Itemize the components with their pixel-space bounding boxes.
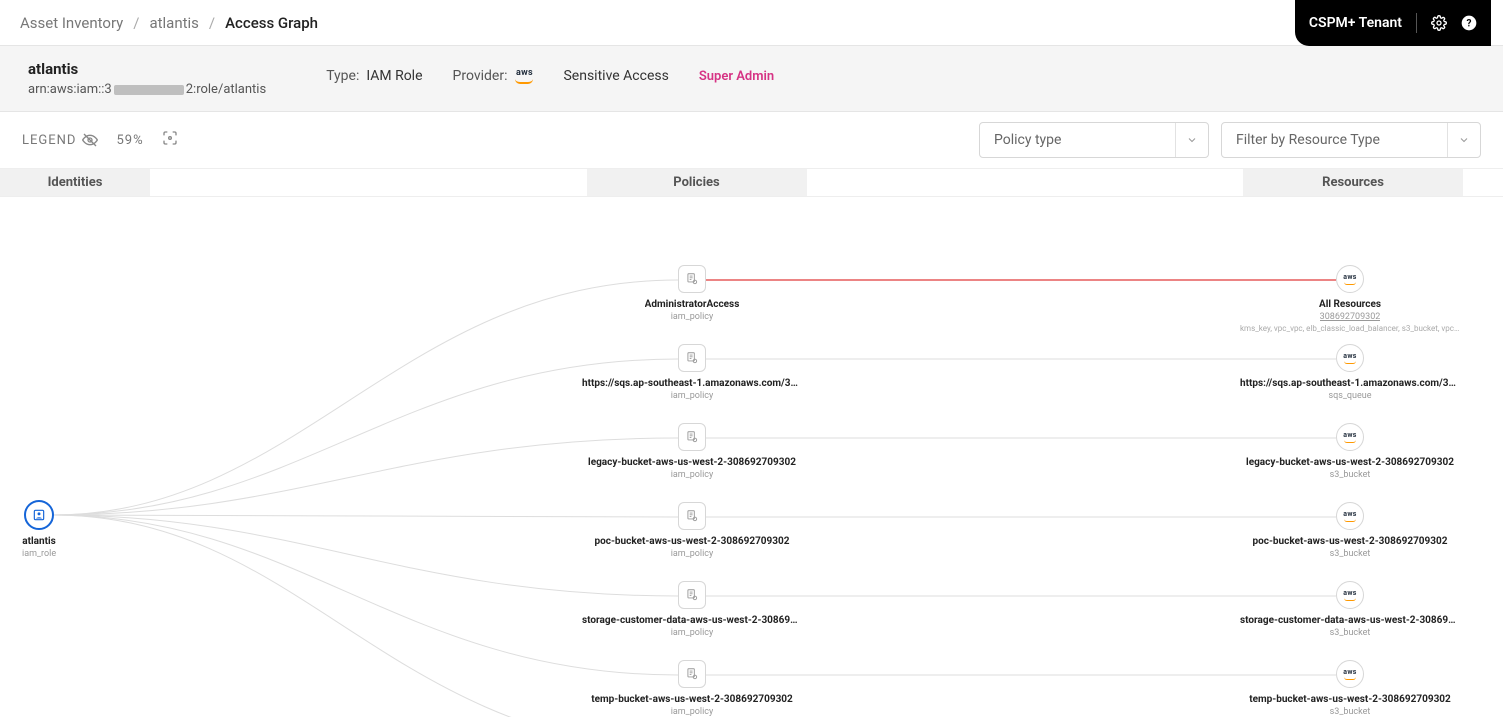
node-subtitle: iam_policy <box>671 391 714 401</box>
aws-icon: aws <box>1336 502 1364 530</box>
policy-node[interactable]: poc-bucket-aws-us-west-2-308692709302 iam… <box>582 502 802 559</box>
gear-icon[interactable] <box>1431 15 1447 31</box>
policy-type-select[interactable]: Policy type <box>979 122 1209 158</box>
node-subtitle: iam_policy <box>671 549 714 559</box>
node-title: poc-bucket-aws-us-west-2-308692709302 <box>1252 536 1447 547</box>
policy-icon <box>678 581 706 609</box>
aws-icon: aws <box>1336 423 1364 451</box>
policy-node[interactable]: https://sqs.ap-southeast-1.amazonaws.com… <box>582 344 802 401</box>
resource-node[interactable]: aws All Resources 308692709302 kms_key, vpc… <box>1240 265 1460 333</box>
chevron-down-icon <box>1175 123 1198 157</box>
asset-arn: arn:aws:iam::32:role/atlantis <box>28 82 266 97</box>
resource-node[interactable]: aws poc-bucket-aws-us-west-2-308692709302… <box>1240 502 1460 559</box>
tenant-bar: CSPM+ Tenant ? <box>1295 0 1491 46</box>
aws-icon: aws <box>1336 344 1364 372</box>
node-subtitle: iam_role <box>22 549 56 559</box>
column-resources: Resources <box>1243 169 1463 196</box>
breadcrumb-mid[interactable]: atlantis <box>149 14 198 32</box>
node-title: storage-customer-data-aws-us-west-2-3086… <box>1240 615 1460 626</box>
super-admin-badge: Super Admin <box>699 69 774 84</box>
policy-icon <box>678 423 706 451</box>
legend-toggle[interactable]: LEGEND <box>22 132 98 148</box>
policy-icon <box>678 344 706 372</box>
asset-info-bar: atlantis arn:aws:iam::32:role/atlantis T… <box>0 46 1503 112</box>
type-value: IAM Role <box>366 68 422 84</box>
aws-icon: aws <box>1336 660 1364 688</box>
column-policies: Policies <box>587 169 807 196</box>
graph-canvas[interactable]: atlantis iam_role AdministratorAccess iam… <box>0 197 1503 717</box>
policy-node[interactable]: temp-bucket-aws-us-west-2-308692709302 ia… <box>582 660 802 717</box>
node-subtitle: s3_bucket <box>1330 628 1371 638</box>
node-subtitle: s3_bucket <box>1330 549 1371 559</box>
resource-node[interactable]: aws legacy-bucket-aws-us-west-2-308692709… <box>1240 423 1460 480</box>
eye-off-icon <box>82 132 98 148</box>
node-subtitle: iam_policy <box>671 470 714 480</box>
node-subtitle-2: kms_key, vpc_vpc, elb_classic_load_balan… <box>1240 324 1460 333</box>
node-title: poc-bucket-aws-us-west-2-308692709302 <box>594 536 789 547</box>
policy-node[interactable]: storage-customer-data-aws-us-west-2-3086… <box>582 581 802 638</box>
breadcrumb-sep: / <box>209 14 215 32</box>
node-subtitle: s3_bucket <box>1330 470 1371 480</box>
provider-label: Provider: <box>453 68 508 84</box>
svg-text:?: ? <box>1467 18 1472 29</box>
identity-icon <box>24 500 54 530</box>
resource-node[interactable]: aws https://sqs.ap-southeast-1.amazonaws.… <box>1240 344 1460 401</box>
policy-icon <box>678 502 706 530</box>
policy-node[interactable]: AdministratorAccess iam_policy <box>582 265 802 322</box>
aws-icon: aws <box>515 69 533 84</box>
aws-icon: aws <box>1336 581 1364 609</box>
breadcrumb-root[interactable]: Asset Inventory <box>20 14 123 32</box>
policy-node[interactable]: legacy-bucket-aws-us-west-2-308692709302… <box>582 423 802 480</box>
node-subtitle: iam_policy <box>671 628 714 638</box>
node-subtitle: 308692709302 <box>1320 312 1381 322</box>
node-subtitle: sqs_queue <box>1328 391 1371 401</box>
breadcrumb: Asset Inventory / atlantis / Access Grap… <box>20 14 318 32</box>
node-title: storage-customer-data-aws-us-west-2-3086… <box>582 615 802 626</box>
node-title: AdministratorAccess <box>645 299 740 310</box>
node-subtitle: s3_bucket <box>1330 707 1371 717</box>
resource-node[interactable]: aws storage-customer-data-aws-us-west-2-3… <box>1240 581 1460 638</box>
breadcrumb-current: Access Graph <box>225 14 318 32</box>
node-title: https://sqs.ap-southeast-1.amazonaws.com… <box>582 378 802 389</box>
policy-icon <box>678 660 706 688</box>
node-title: legacy-bucket-aws-us-west-2-308692709302 <box>588 457 796 468</box>
asset-title: atlantis <box>28 60 266 78</box>
resource-type-select[interactable]: Filter by Resource Type <box>1221 122 1481 158</box>
node-subtitle: iam_policy <box>671 312 714 322</box>
node-title: temp-bucket-aws-us-west-2-308692709302 <box>1249 694 1451 705</box>
node-title: legacy-bucket-aws-us-west-2-308692709302 <box>1246 457 1454 468</box>
identity-node[interactable]: atlantis iam_role <box>22 500 56 559</box>
column-identities: Identities <box>0 169 150 196</box>
help-icon[interactable]: ? <box>1461 15 1477 31</box>
type-label: Type: <box>326 68 359 84</box>
arn-redacted <box>114 85 184 95</box>
node-title: https://sqs.ap-southeast-1.amazonaws.com… <box>1240 378 1460 389</box>
policy-icon <box>678 265 706 293</box>
zoom-level: 59% <box>116 133 143 148</box>
sensitive-access-label: Sensitive Access <box>563 68 668 84</box>
breadcrumb-sep: / <box>133 14 139 32</box>
node-title: temp-bucket-aws-us-west-2-308692709302 <box>591 694 793 705</box>
fit-screen-icon[interactable] <box>162 130 178 150</box>
node-title: atlantis <box>22 536 56 547</box>
chevron-down-icon <box>1447 123 1470 157</box>
node-subtitle: iam_policy <box>671 707 714 717</box>
tenant-label[interactable]: CSPM+ Tenant <box>1309 15 1402 31</box>
resource-node[interactable]: aws temp-bucket-aws-us-west-2-30869270930… <box>1240 660 1460 717</box>
aws-icon: aws <box>1336 265 1364 293</box>
node-title: All Resources <box>1319 299 1381 310</box>
tenant-divider <box>1416 13 1417 33</box>
